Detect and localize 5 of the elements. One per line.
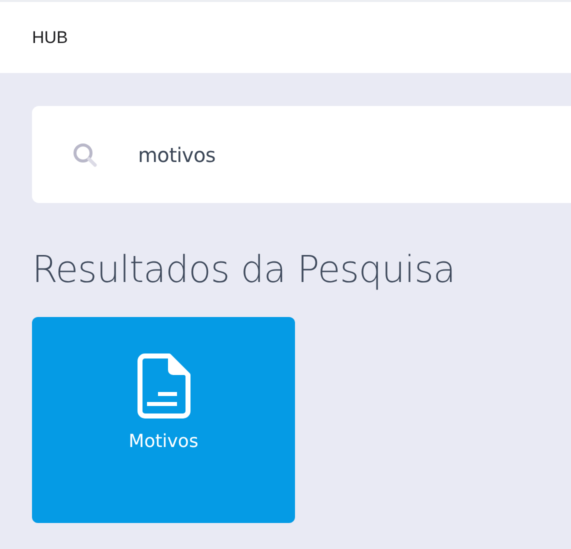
search-icon — [72, 142, 98, 168]
search-field[interactable]: motivos — [138, 142, 438, 166]
results-heading: Resultados da Pesquisa — [32, 247, 456, 293]
app-title: HUB — [32, 28, 68, 48]
document-icon — [136, 353, 190, 419]
